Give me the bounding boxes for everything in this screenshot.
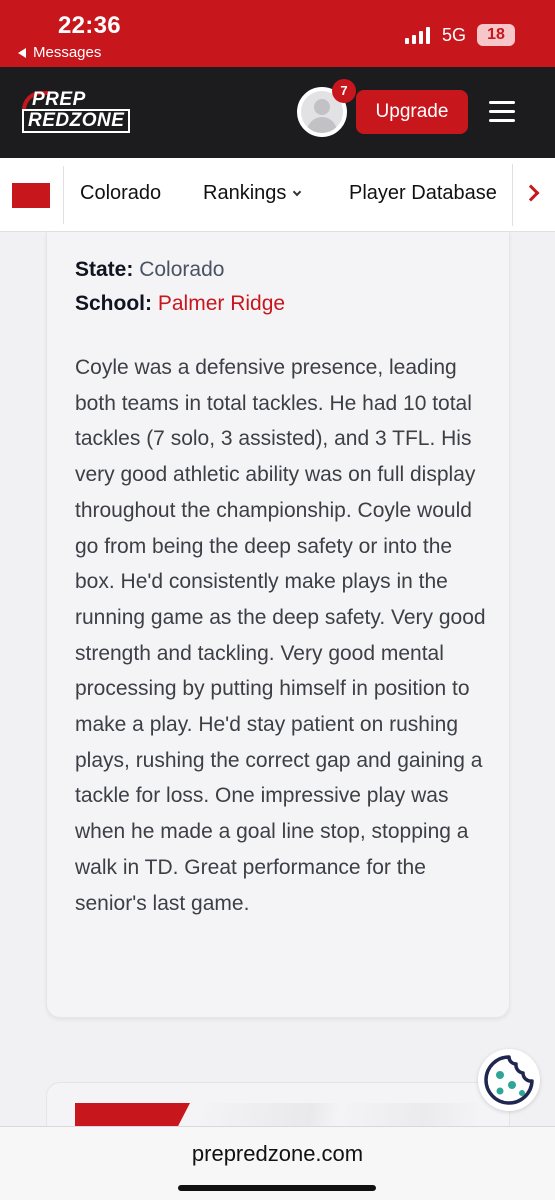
nav-item-player-database[interactable]: Player Database bbox=[349, 182, 497, 205]
state-label: State: bbox=[75, 258, 134, 281]
cookie-settings-button[interactable] bbox=[478, 1049, 540, 1111]
state-row: State: Colorado bbox=[75, 258, 224, 282]
scroll-right-button[interactable] bbox=[512, 164, 555, 226]
back-label: Messages bbox=[33, 44, 102, 61]
logo-text-redzone: REDZONE bbox=[22, 109, 131, 133]
evaluation-text: Coyle was a defensive presence, leading … bbox=[75, 356, 486, 915]
network-type: 5G bbox=[442, 25, 467, 45]
player-evaluation-card: State: Colorado School: Palmer Ridge Coy… bbox=[46, 232, 510, 1018]
sub-navigation: Colorado Rankings Player Database bbox=[0, 158, 555, 232]
school-link[interactable]: Palmer Ridge bbox=[158, 292, 285, 315]
school-label: School: bbox=[75, 292, 152, 315]
back-to-messages[interactable]: Messages bbox=[18, 44, 101, 61]
site-header: PREP REDZONE 7 Upgrade bbox=[0, 67, 555, 158]
nav-item-rankings-label: Rankings bbox=[203, 182, 287, 204]
notification-badge[interactable]: 7 bbox=[332, 79, 356, 103]
nav-item-rankings[interactable]: Rankings bbox=[203, 182, 302, 205]
battery-icon: 18 bbox=[477, 24, 515, 46]
state-value: Colorado bbox=[139, 258, 225, 281]
menu-icon[interactable] bbox=[489, 101, 517, 123]
subnav-divider bbox=[63, 166, 64, 224]
home-indicator[interactable] bbox=[178, 1185, 376, 1191]
status-bar: 22:36 Messages 5G 18 bbox=[0, 0, 555, 67]
signal-icon bbox=[405, 26, 430, 44]
cookie-icon bbox=[484, 1055, 534, 1105]
school-row: School: Palmer Ridge bbox=[75, 292, 285, 316]
colorado-state-icon[interactable] bbox=[12, 183, 50, 208]
status-time: 22:36 bbox=[58, 12, 121, 39]
prep-redzone-logo[interactable]: PREP REDZONE bbox=[22, 89, 150, 135]
url-text[interactable]: prepredzone.com bbox=[0, 1141, 555, 1167]
back-arrow-icon bbox=[18, 47, 26, 58]
nav-item-colorado[interactable]: Colorado bbox=[80, 182, 161, 205]
browser-address-bar[interactable]: prepredzone.com bbox=[0, 1126, 555, 1200]
logo-text-prep: PREP bbox=[32, 89, 86, 110]
chevron-down-icon bbox=[293, 187, 302, 197]
chevron-right-icon bbox=[522, 184, 540, 202]
upgrade-button[interactable]: Upgrade bbox=[356, 90, 468, 134]
